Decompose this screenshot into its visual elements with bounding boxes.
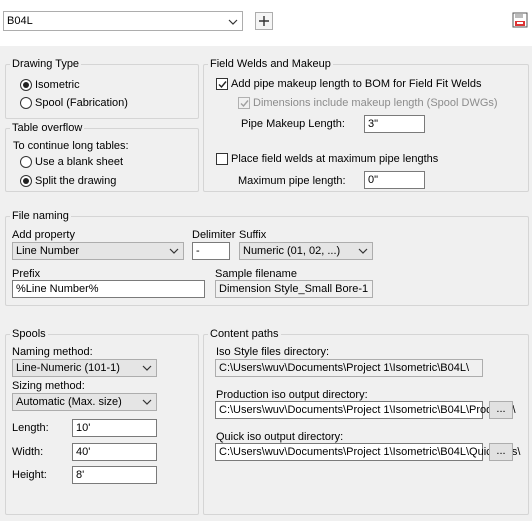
radio-split-drawing[interactable]: [20, 175, 32, 187]
length-label: Length:: [12, 422, 49, 434]
chevron-down-icon: [169, 248, 179, 254]
radio-isometric[interactable]: [20, 79, 32, 91]
sizing-method-value: Automatic (Max. size): [16, 396, 122, 408]
add-makeup-checkbox[interactable]: [216, 78, 228, 90]
quick-iso-label: Quick iso output directory:: [216, 431, 344, 443]
spools-title: Spools: [12, 328, 46, 340]
place-field-welds-checkbox[interactable]: [216, 153, 228, 165]
height-input[interactable]: 8': [72, 466, 157, 484]
add-config-button[interactable]: [255, 12, 273, 30]
config-select[interactable]: B04L: [3, 11, 243, 31]
delimiter-label: Delimiter: [192, 229, 236, 241]
browse-quick-button[interactable]: ...: [489, 443, 513, 461]
sizing-method-select[interactable]: Automatic (Max. size): [12, 393, 157, 411]
width-label: Width:: [12, 446, 44, 458]
suffix-select[interactable]: Numeric (01, 02, ...): [239, 242, 373, 260]
checkmark-icon: [218, 81, 227, 89]
chevron-down-icon: [142, 365, 152, 371]
radio-spool-label[interactable]: Spool (Fabrication): [35, 97, 128, 109]
sample-filename-label: Sample filename: [215, 268, 297, 280]
browse-production-button[interactable]: ...: [489, 401, 513, 419]
prefix-label: Prefix: [12, 268, 41, 280]
sample-filename-value: Dimension Style_Small Bore-1: [219, 283, 369, 295]
length-value: 10': [76, 422, 91, 434]
save-settings-button[interactable]: [512, 12, 528, 28]
drawing-type-title: Drawing Type: [12, 58, 80, 70]
naming-method-value: Line-Numeric (101-1): [16, 362, 120, 374]
file-naming-title: File naming: [12, 210, 69, 222]
prefix-input[interactable]: %Line Number%: [12, 280, 205, 298]
radio-blank-sheet[interactable]: [20, 156, 32, 168]
makeup-length-input[interactable]: 3": [364, 115, 425, 133]
field-welds-title: Field Welds and Makeup: [210, 58, 331, 70]
max-pipe-length-input[interactable]: 0": [364, 171, 425, 189]
height-value: 8': [76, 469, 85, 481]
production-iso-directory-input[interactable]: C:\Users\wuv\Documents\Project 1\Isometr…: [215, 401, 516, 419]
width-value: 40': [76, 446, 91, 458]
chevron-down-icon: [142, 399, 152, 405]
dimensions-include-makeup-checkbox[interactable]: [238, 97, 250, 109]
checkmark-icon: [240, 100, 249, 108]
suffix-value: Numeric (01, 02, ...): [243, 245, 341, 257]
browse-quick-label: ...: [496, 445, 506, 457]
chevron-down-icon: [228, 19, 238, 25]
quick-iso-directory-value: C:\Users\wuv\Documents\Project 1\Isometr…: [219, 446, 521, 458]
chevron-down-icon: [358, 248, 368, 254]
dimensions-include-makeup-label: Dimensions include makeup length (Spool …: [253, 97, 498, 109]
delimiter-input[interactable]: -: [192, 242, 230, 260]
radio-isometric-label[interactable]: Isometric: [35, 79, 80, 91]
add-property-select[interactable]: Line Number: [12, 242, 184, 260]
config-select-value: B04L: [7, 15, 33, 27]
sizing-method-label: Sizing method:: [12, 380, 85, 392]
sample-filename-field: Dimension Style_Small Bore-1: [215, 280, 373, 298]
production-iso-directory-value: C:\Users\wuv\Documents\Project 1\Isometr…: [219, 404, 516, 416]
add-property-label: Add property: [12, 229, 75, 241]
iso-style-directory-field: C:\Users\wuv\Documents\Project 1\Isometr…: [215, 359, 483, 377]
save-settings-icon: [512, 12, 528, 28]
iso-style-directory-value: C:\Users\wuv\Documents\Project 1\Isometr…: [219, 362, 470, 374]
table-overflow-prompt: To continue long tables:: [13, 140, 129, 152]
add-property-value: Line Number: [16, 245, 79, 257]
max-pipe-length-value: 0": [368, 174, 379, 186]
plus-icon: [259, 16, 269, 26]
production-iso-label: Production iso output directory:: [216, 389, 368, 401]
length-input[interactable]: 10': [72, 419, 157, 437]
radio-blank-sheet-label[interactable]: Use a blank sheet: [35, 156, 123, 168]
width-input[interactable]: 40': [72, 443, 157, 461]
browse-production-label: ...: [496, 403, 506, 415]
max-pipe-length-label: Maximum pipe length:: [238, 175, 346, 187]
naming-method-select[interactable]: Line-Numeric (101-1): [12, 359, 157, 377]
naming-method-label: Naming method:: [12, 346, 93, 358]
table-overflow-title: Table overflow: [12, 122, 83, 134]
radio-spool-fabrication[interactable]: [20, 97, 32, 109]
makeup-length-value: 3": [368, 118, 379, 130]
delimiter-value: -: [196, 245, 200, 257]
suffix-label: Suffix: [239, 229, 267, 241]
quick-iso-directory-input[interactable]: C:\Users\wuv\Documents\Project 1\Isometr…: [215, 443, 520, 461]
prefix-value: %Line Number%: [16, 283, 99, 295]
makeup-length-label: Pipe Makeup Length:: [241, 118, 345, 130]
content-paths-title: Content paths: [210, 328, 279, 340]
add-makeup-label[interactable]: Add pipe makeup length to BOM for Field …: [231, 78, 481, 90]
height-label: Height:: [12, 469, 47, 481]
iso-style-label: Iso Style files directory:: [216, 346, 330, 358]
radio-split-drawing-label[interactable]: Split the drawing: [35, 175, 116, 187]
place-field-welds-label[interactable]: Place field welds at maximum pipe length…: [231, 153, 438, 165]
